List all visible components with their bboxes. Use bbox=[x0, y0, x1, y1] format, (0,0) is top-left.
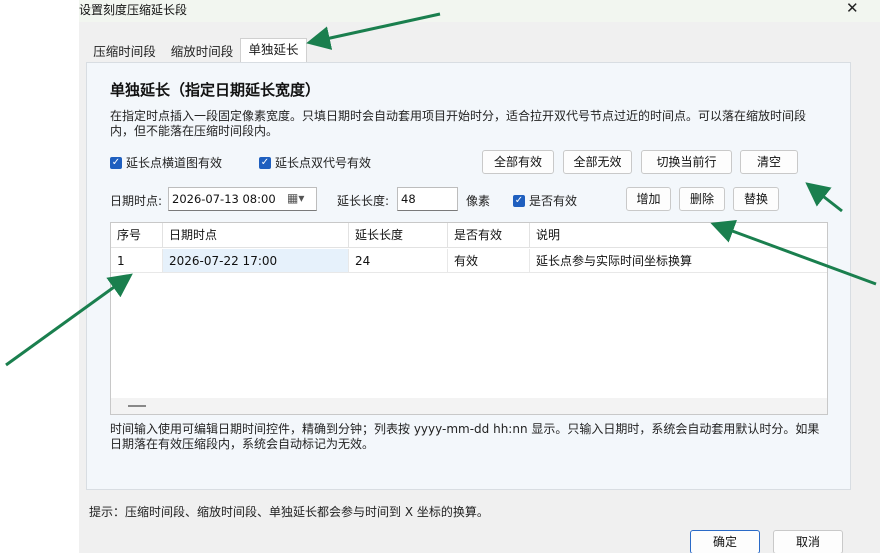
screen: { "window": {"title": "设置刻度压缩延长段", "clos… bbox=[0, 0, 880, 553]
arrow-to-row-buttons bbox=[710, 219, 877, 286]
arrow-to-row bbox=[5, 273, 133, 367]
arrow-to-clear bbox=[805, 182, 843, 213]
annotation-arrows bbox=[5, 12, 877, 367]
arrow-to-tab bbox=[306, 12, 441, 50]
